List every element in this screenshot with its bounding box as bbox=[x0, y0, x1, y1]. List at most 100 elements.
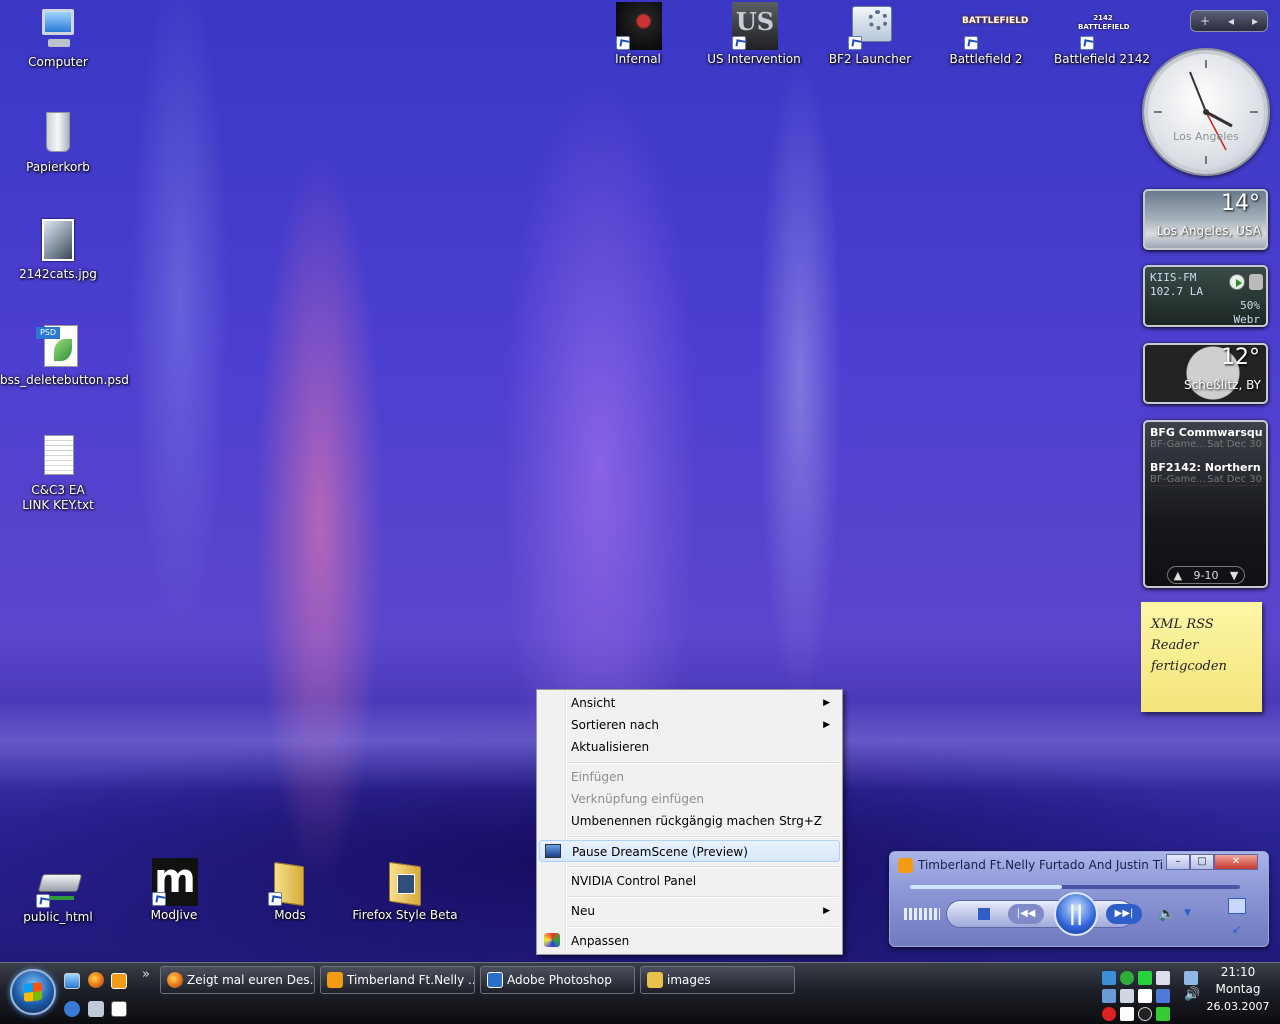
rss-item[interactable]: BFG Commwarsquad... BF-Game...Sat Dec 30 bbox=[1150, 426, 1262, 451]
menu-item-pause-dreamscene[interactable]: Pause DreamScene (Preview) bbox=[539, 840, 840, 862]
shortcut-arrow-icon bbox=[268, 892, 282, 906]
weather-city: Los Angeles, USA bbox=[1156, 224, 1261, 238]
sidebar-prev-icon[interactable]: ◂ bbox=[1228, 14, 1234, 28]
desktop-icon-label: ModJive bbox=[150, 908, 198, 922]
desktop-icon-us-intervention[interactable]: US US Intervention bbox=[696, 2, 812, 67]
desktop-icon-bf2-launcher[interactable]: BF2 Launcher bbox=[812, 2, 928, 67]
desktop-icon-public-html[interactable]: public_html bbox=[0, 860, 116, 925]
sidebar-next-icon[interactable]: ▸ bbox=[1252, 14, 1258, 28]
restore-player-icon[interactable] bbox=[1228, 898, 1246, 914]
menu-item-label: Pause DreamScene (Preview) bbox=[572, 845, 748, 859]
menu-item-sortieren[interactable]: Sortieren nach ▶ bbox=[539, 714, 840, 736]
weather-gadget-los-angeles[interactable]: 14° Los Angeles, USA bbox=[1143, 189, 1268, 250]
psd-file-icon: PSD bbox=[34, 323, 82, 371]
tray-monitor-icon[interactable] bbox=[1138, 971, 1152, 985]
equalizer-icon[interactable] bbox=[904, 908, 940, 920]
clock-gadget[interactable]: Los Angeles bbox=[1144, 50, 1268, 174]
media-player-quicklaunch-icon[interactable] bbox=[111, 973, 127, 989]
taskbar-button-media-player[interactable]: Timberland Ft.Nelly ... bbox=[320, 966, 475, 994]
sticky-note-gadget[interactable]: XML RSS Reader fertigcoden bbox=[1141, 602, 1262, 712]
firefox-icon[interactable] bbox=[88, 972, 104, 988]
menu-item-label: Anpassen bbox=[571, 934, 630, 948]
start-button[interactable] bbox=[10, 969, 56, 1015]
switch-to-library-icon[interactable]: ↙ bbox=[1232, 922, 1242, 936]
tray-razer-icon[interactable] bbox=[1156, 1007, 1170, 1021]
menu-item-umbenennen-rueckgaengig[interactable]: Umbenennen rückgängig machen Strg+Z bbox=[539, 810, 840, 832]
minimize-button[interactable]: – bbox=[1166, 854, 1190, 870]
radio-gadget[interactable]: KIIS-FM 102.7 LA 50% Webr bbox=[1143, 265, 1268, 327]
taskbar-button-firefox[interactable]: Zeigt mal euren Des... bbox=[160, 966, 315, 994]
tray-antivirus-icon[interactable] bbox=[1102, 1007, 1116, 1021]
desktop-icon-firefox-style-beta[interactable]: Firefox Style Beta bbox=[347, 858, 463, 923]
desktop-icon-mods[interactable]: Mods bbox=[232, 858, 348, 923]
pause-button[interactable]: || bbox=[1054, 892, 1098, 936]
desktop-icon-cc3-key[interactable]: C&C3 EA LINK KEY.txt bbox=[0, 433, 116, 513]
taskbar-clock[interactable]: 21:10 Montag 26.03.2007 bbox=[1200, 965, 1276, 1013]
next-icon[interactable]: ▶▶| bbox=[1106, 904, 1142, 924]
rss-feed-gadget[interactable]: BFG Commwarsquad... BF-Game...Sat Dec 30… bbox=[1143, 420, 1268, 588]
media-player-title: Timberland Ft.Nelly Furtado And Justin T… bbox=[918, 858, 1163, 872]
desktop-icon-battlefield2[interactable]: BATTLEFIELD Battlefield 2 bbox=[928, 2, 1044, 67]
desktop-icon-recycle-bin[interactable]: Papierkorb bbox=[0, 110, 116, 175]
desktop-icon-label: Computer bbox=[28, 55, 88, 69]
menu-item-ansicht[interactable]: Ansicht ▶ bbox=[539, 692, 840, 714]
desktop-icon-2142cats[interactable]: 2142cats.jpg bbox=[0, 217, 116, 282]
speaker-icon[interactable] bbox=[1249, 274, 1263, 290]
weather-gadget-schesslitz[interactable]: 12° Scheßlitz, BY bbox=[1143, 343, 1268, 404]
menu-item-label: Sortieren nach bbox=[571, 718, 659, 732]
chevron-up-icon[interactable]: ▲ bbox=[1174, 569, 1182, 582]
volume-icon[interactable]: 🔈 bbox=[1158, 906, 1175, 922]
menu-item-verknuepfung-einfuegen: Verknüpfung einfügen bbox=[539, 788, 840, 810]
rss-pager: ▲ 9-10 ▼ bbox=[1167, 566, 1245, 584]
previous-icon[interactable]: |◀◀ bbox=[1008, 904, 1044, 924]
headphones-icon[interactable] bbox=[88, 1001, 104, 1017]
tray-connection-icon[interactable] bbox=[1184, 971, 1198, 985]
media-seek-fill bbox=[910, 885, 1062, 889]
tray-document-icon[interactable] bbox=[1120, 1007, 1134, 1021]
submenu-arrow-icon: ▶ bbox=[823, 720, 830, 730]
tray-bluetooth-icon[interactable] bbox=[1156, 989, 1170, 1003]
window-switch-icon[interactable] bbox=[111, 1001, 127, 1017]
desktop-icon-infernal[interactable]: Infernal bbox=[580, 2, 696, 67]
sidebar-add-gadget-button[interactable]: + bbox=[1200, 14, 1210, 28]
text-file-icon bbox=[34, 433, 82, 481]
tray-headset-icon[interactable] bbox=[1120, 989, 1134, 1003]
menu-separator bbox=[567, 896, 839, 898]
chevron-down-icon[interactable]: ▼ bbox=[1230, 569, 1238, 582]
rss-item[interactable]: BF2142: Northern Str... BF-Game...Sat De… bbox=[1150, 461, 1262, 486]
desktop-icon-computer[interactable]: Computer bbox=[0, 5, 116, 70]
desktop-icon-battlefield2142[interactable]: 2142 BATTLEFIELD Battlefield 2142 bbox=[1044, 2, 1160, 67]
desktop-icon-label: bss_deletebutton.psd bbox=[0, 373, 129, 387]
taskbar-button-photoshop[interactable]: Adobe Photoshop bbox=[480, 966, 635, 994]
taskbar-time: 21:10 bbox=[1220, 965, 1256, 979]
menu-item-neu[interactable]: Neu ▶ bbox=[539, 900, 840, 922]
play-icon[interactable] bbox=[1229, 274, 1245, 290]
tray-volume-icon[interactable]: 🔊 bbox=[1184, 987, 1200, 1002]
volume-dropdown-icon[interactable]: ▼ bbox=[1184, 908, 1191, 918]
tray-wireless-icon[interactable] bbox=[1138, 1007, 1152, 1021]
close-button[interactable]: ✕ bbox=[1214, 854, 1258, 870]
tray-cpu-icon[interactable] bbox=[1156, 971, 1170, 985]
tray-update-icon[interactable] bbox=[1120, 971, 1134, 985]
rss-item-title: BFG Commwarsquad... bbox=[1150, 426, 1262, 439]
menu-item-nvidia[interactable]: NVIDIA Control Panel bbox=[539, 870, 840, 892]
tray-network-icon[interactable] bbox=[1102, 971, 1116, 985]
show-desktop-icon[interactable] bbox=[64, 973, 80, 989]
tray-tool-icon[interactable] bbox=[1102, 989, 1116, 1003]
taskbar-button-images-folder[interactable]: images bbox=[640, 966, 795, 994]
media-seek-bar[interactable] bbox=[910, 885, 1240, 889]
network-quicklaunch-icon[interactable] bbox=[64, 1001, 80, 1017]
weather-temperature: 12° bbox=[1221, 345, 1260, 370]
folder-icon bbox=[381, 858, 429, 907]
tray-window-icon[interactable] bbox=[1138, 989, 1152, 1003]
menu-item-anpassen[interactable]: Anpassen bbox=[539, 930, 840, 952]
quicklaunch-chevron[interactable]: » bbox=[142, 967, 150, 982]
recycle-bin-icon bbox=[34, 110, 82, 158]
maximize-button[interactable]: □ bbox=[1190, 854, 1214, 870]
menu-item-aktualisieren[interactable]: Aktualisieren bbox=[539, 736, 840, 758]
desktop-icon-label: BF2 Launcher bbox=[828, 52, 912, 66]
desktop-icon-bss-deletebutton[interactable]: PSD bss_deletebutton.psd bbox=[0, 323, 129, 388]
stop-icon[interactable] bbox=[978, 908, 990, 920]
desktop-icon-modjive[interactable]: m ModJive bbox=[116, 858, 232, 923]
desktop-icon-label: Firefox Style Beta bbox=[352, 908, 458, 922]
